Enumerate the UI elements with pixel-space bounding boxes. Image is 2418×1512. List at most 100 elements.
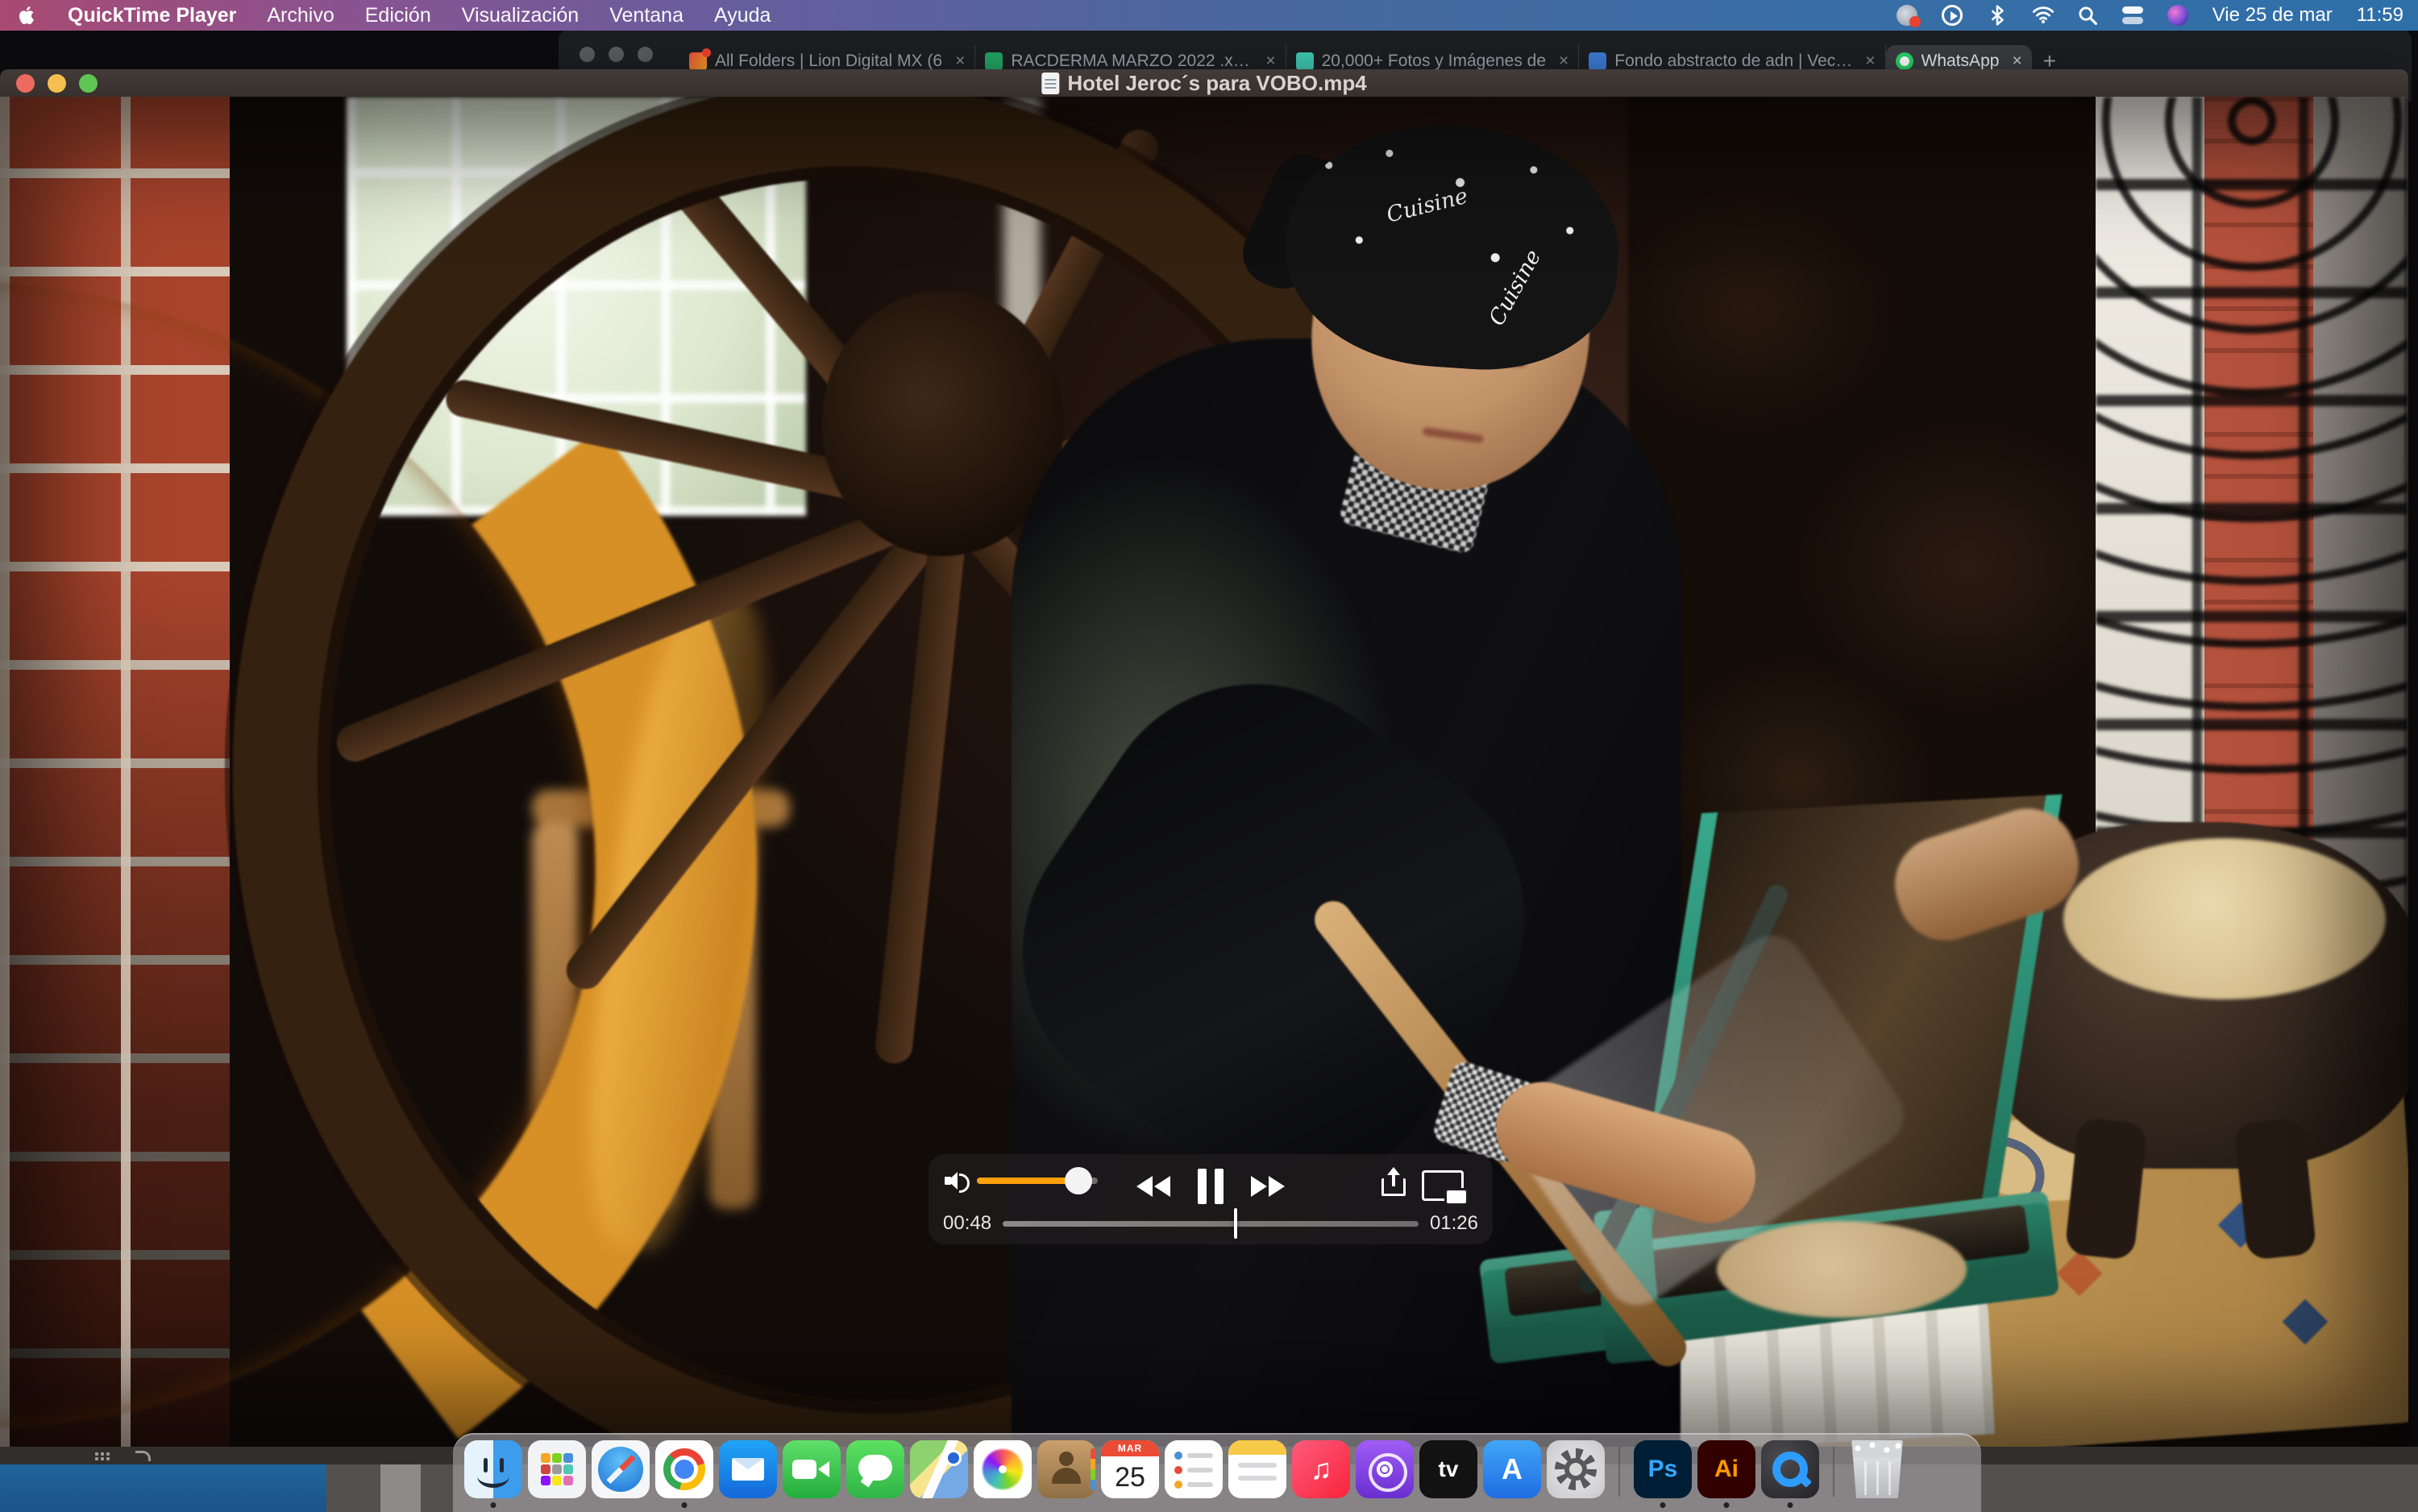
playback-controls: 00:48 01:26 xyxy=(929,1154,1493,1244)
dock-photos[interactable] xyxy=(974,1440,1032,1510)
dock-maps[interactable] xyxy=(910,1440,968,1510)
dock-facetime[interactable] xyxy=(783,1440,841,1510)
dock-divider xyxy=(1833,1447,1834,1497)
current-time: 00:48 xyxy=(943,1212,991,1235)
bluetooth-icon[interactable] xyxy=(1987,5,2008,26)
apple-menu-icon[interactable] xyxy=(19,5,37,26)
background-blue-window xyxy=(0,1464,326,1512)
window-title: Hotel Jeroc´s para VOBO.mp4 xyxy=(1067,71,1366,96)
tab-close-icon[interactable]: × xyxy=(1559,52,1568,71)
menu-item-visualizacion[interactable]: Visualización xyxy=(462,4,579,27)
illustrator-label: Ai xyxy=(1697,1440,1755,1498)
redo-arrow-icon xyxy=(135,1451,151,1461)
play-circle-icon[interactable] xyxy=(1942,5,1963,26)
tab-title: 20,000+ Fotos y Imágenes de xyxy=(1322,52,1546,71)
playhead[interactable] xyxy=(1234,1208,1237,1239)
transport-controls xyxy=(1136,1165,1285,1207)
dock-launchpad[interactable] xyxy=(528,1440,586,1510)
volume-knob[interactable] xyxy=(1065,1167,1092,1194)
volume-slider[interactable] xyxy=(977,1178,1098,1184)
calendar-day: 25 xyxy=(1101,1456,1159,1498)
tab-close-icon[interactable]: × xyxy=(2012,52,2021,71)
pause-button[interactable] xyxy=(1198,1169,1224,1204)
dock-finder[interactable] xyxy=(464,1440,522,1510)
dock-music[interactable]: ♫ xyxy=(1292,1440,1350,1510)
menu-app-name[interactable]: QuickTime Player xyxy=(68,4,236,27)
tab-favicon xyxy=(689,52,707,70)
dock-trash[interactable] xyxy=(1848,1440,1906,1510)
zoom-button[interactable] xyxy=(79,74,98,93)
dock-podcasts[interactable] xyxy=(1356,1440,1414,1510)
tab-favicon xyxy=(985,52,1003,70)
quicktime-window: Hotel Jeroc´s para VOBO.mp4 xyxy=(0,69,2408,1447)
traffic-lights xyxy=(0,74,98,93)
video-frame[interactable]: Cuisine Cuisine xyxy=(0,97,2408,1447)
running-indicator xyxy=(682,1502,688,1508)
screen-record-icon[interactable] xyxy=(1897,5,1917,26)
menu-bar: QuickTime Player Archivo Edición Visuali… xyxy=(0,0,2418,31)
dock-notes[interactable] xyxy=(1228,1440,1286,1510)
grid-icon xyxy=(95,1452,98,1456)
tab-title: RACDERMA MARZO 2022 .xls… xyxy=(1011,52,1253,71)
dock-reminders[interactable] xyxy=(1165,1440,1223,1510)
video-file-icon xyxy=(1041,73,1059,94)
dock: MAR 25 ♫ tv A Ps Ai xyxy=(453,1433,1981,1512)
dock-illustrator[interactable]: Ai xyxy=(1697,1440,1755,1510)
menu-bar-clock[interactable]: 11:59 xyxy=(2357,4,2403,27)
window-title-group: Hotel Jeroc´s para VOBO.mp4 xyxy=(1041,69,1366,97)
running-indicator xyxy=(491,1502,496,1508)
dock-chrome[interactable] xyxy=(655,1440,713,1510)
tv-label: tv xyxy=(1419,1440,1477,1498)
dock-contacts[interactable] xyxy=(1037,1440,1095,1510)
menu-item-ayuda[interactable]: Ayuda xyxy=(714,4,771,27)
tab-favicon xyxy=(1296,52,1314,70)
close-button[interactable] xyxy=(16,74,35,93)
speaker-icon[interactable] xyxy=(945,1170,969,1191)
duration: 01:26 xyxy=(1430,1212,1478,1235)
timeline: 00:48 01:26 xyxy=(943,1212,1478,1235)
chrome-traffic-lights-inactive[interactable] xyxy=(580,47,653,62)
tab-close-icon[interactable]: × xyxy=(955,52,965,71)
progress-bar[interactable] xyxy=(1003,1221,1419,1227)
rewind-button[interactable] xyxy=(1136,1176,1170,1197)
wifi-icon[interactable] xyxy=(2032,5,2053,26)
tab-title: All Folders | Lion Digital MX (6 xyxy=(715,52,942,71)
photoshop-label: Ps xyxy=(1634,1440,1692,1498)
menu-item-ventana[interactable]: Ventana xyxy=(609,4,683,27)
running-indicator xyxy=(1660,1502,1666,1508)
desktop-screen: QuickTime Player Archivo Edición Visuali… xyxy=(0,0,2418,1512)
music-note-icon: ♫ xyxy=(1292,1440,1350,1498)
dock-photoshop[interactable]: Ps xyxy=(1634,1440,1692,1510)
volume-group xyxy=(945,1170,1098,1191)
tab-close-icon[interactable]: × xyxy=(1265,52,1275,71)
tab-title: Fondo abstracto de adn | Vec… xyxy=(1614,52,1852,71)
fast-forward-button[interactable] xyxy=(1251,1176,1285,1197)
calendar-month: MAR xyxy=(1101,1440,1159,1456)
quicktime-title-bar: Hotel Jeroc´s para VOBO.mp4 xyxy=(0,69,2408,97)
running-indicator xyxy=(1788,1502,1793,1508)
dock-app-store[interactable]: A xyxy=(1483,1440,1541,1510)
dock-system-preferences[interactable] xyxy=(1547,1440,1605,1510)
dock-mail[interactable] xyxy=(719,1440,777,1510)
tab-close-icon[interactable]: × xyxy=(1865,52,1875,71)
running-indicator xyxy=(1724,1502,1730,1508)
dock-messages[interactable] xyxy=(846,1440,904,1510)
dock-safari[interactable] xyxy=(592,1440,650,1510)
appstore-label: A xyxy=(1483,1440,1541,1498)
minimize-button[interactable] xyxy=(48,74,66,93)
share-icon[interactable] xyxy=(1380,1169,1407,1196)
control-center-icon[interactable] xyxy=(2122,5,2143,26)
dock-calendar[interactable]: MAR 25 xyxy=(1101,1440,1159,1510)
dock-divider xyxy=(1618,1447,1620,1497)
menu-bar-date[interactable]: Vie 25 de mar xyxy=(2212,4,2333,27)
tab-favicon xyxy=(1589,52,1606,70)
dock-tv[interactable]: tv xyxy=(1419,1440,1477,1510)
siri-icon[interactable] xyxy=(2167,5,2188,26)
menu-item-edicion[interactable]: Edición xyxy=(365,4,431,27)
menu-item-archivo[interactable]: Archivo xyxy=(267,4,334,27)
tab-title: WhatsApp xyxy=(1922,52,2000,71)
whatsapp-favicon xyxy=(1896,52,1913,70)
picture-in-picture-icon[interactable] xyxy=(1422,1170,1464,1201)
search-icon[interactable] xyxy=(2077,5,2098,26)
dock-quicktime[interactable] xyxy=(1761,1440,1819,1510)
